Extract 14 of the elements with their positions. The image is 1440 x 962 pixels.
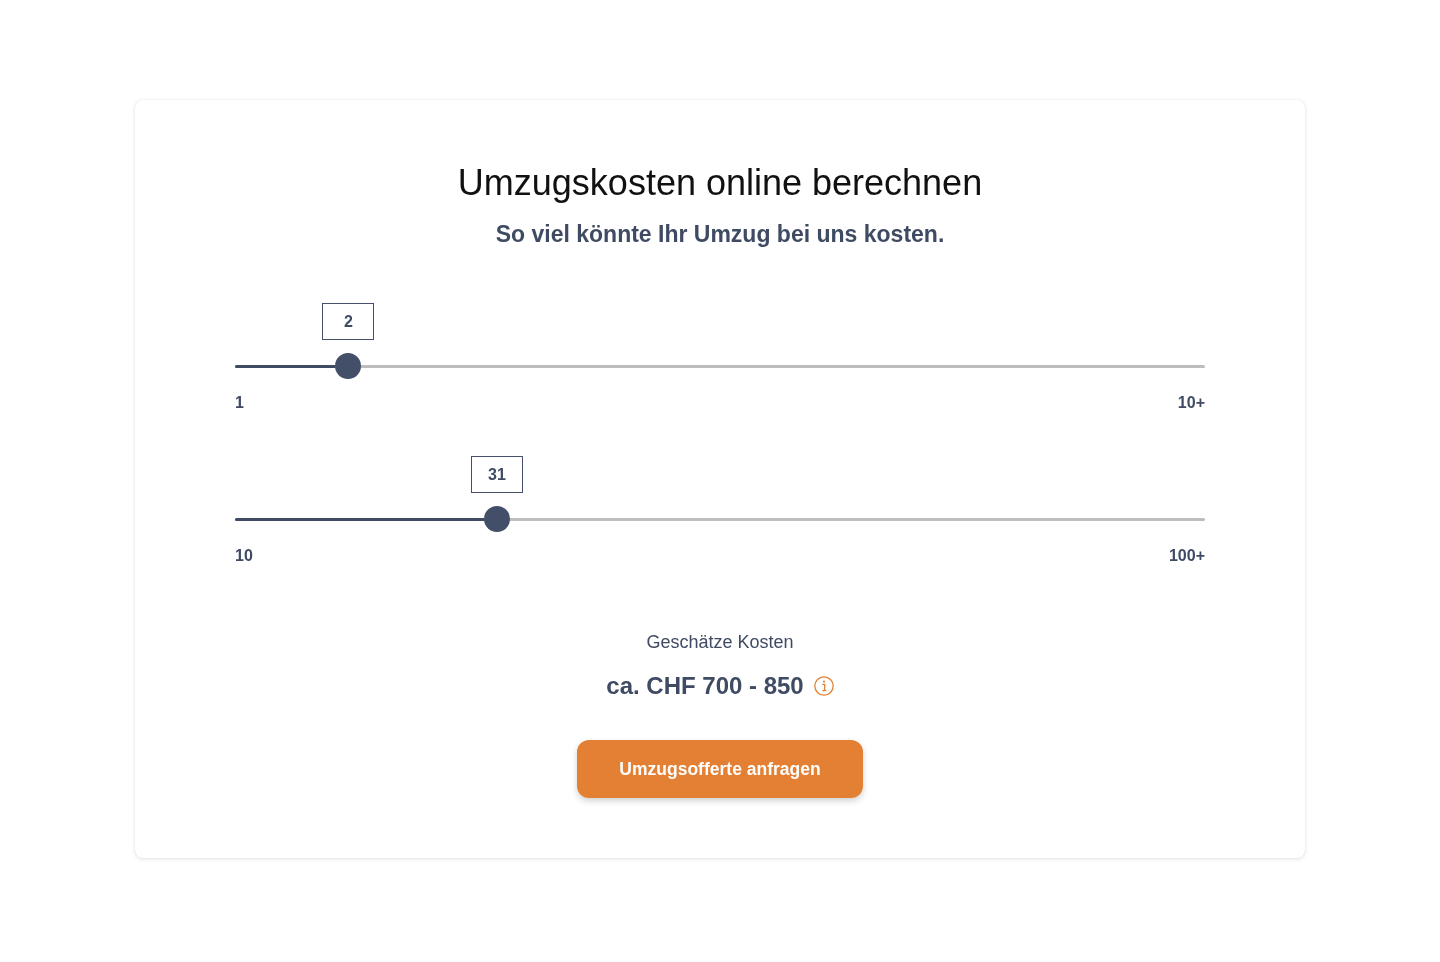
calculator-title: Umzugskosten online berechnen: [457, 162, 983, 204]
slider-max-label: 10+: [1177, 393, 1205, 413]
calculator-subtitle: So viel könnte Ihr Umzug bei uns kosten.: [495, 220, 945, 248]
slider-value-label: 2: [322, 303, 375, 340]
slider-thumb[interactable]: [335, 353, 362, 379]
slider-min-label: 1: [235, 393, 244, 413]
estimate-amount: ca. CHF 700 - 850: [606, 671, 804, 701]
slider-max-label: 100+: [1168, 546, 1205, 566]
estimate-label: Geschätze Kosten: [646, 631, 794, 653]
request-quote-button[interactable]: Umzugsofferte anfragen: [577, 740, 863, 798]
slider-value-label: 31: [470, 456, 523, 493]
slider-min-label: 10: [235, 546, 253, 566]
slider-thumb[interactable]: [483, 506, 510, 532]
info-icon[interactable]: [813, 676, 834, 696]
